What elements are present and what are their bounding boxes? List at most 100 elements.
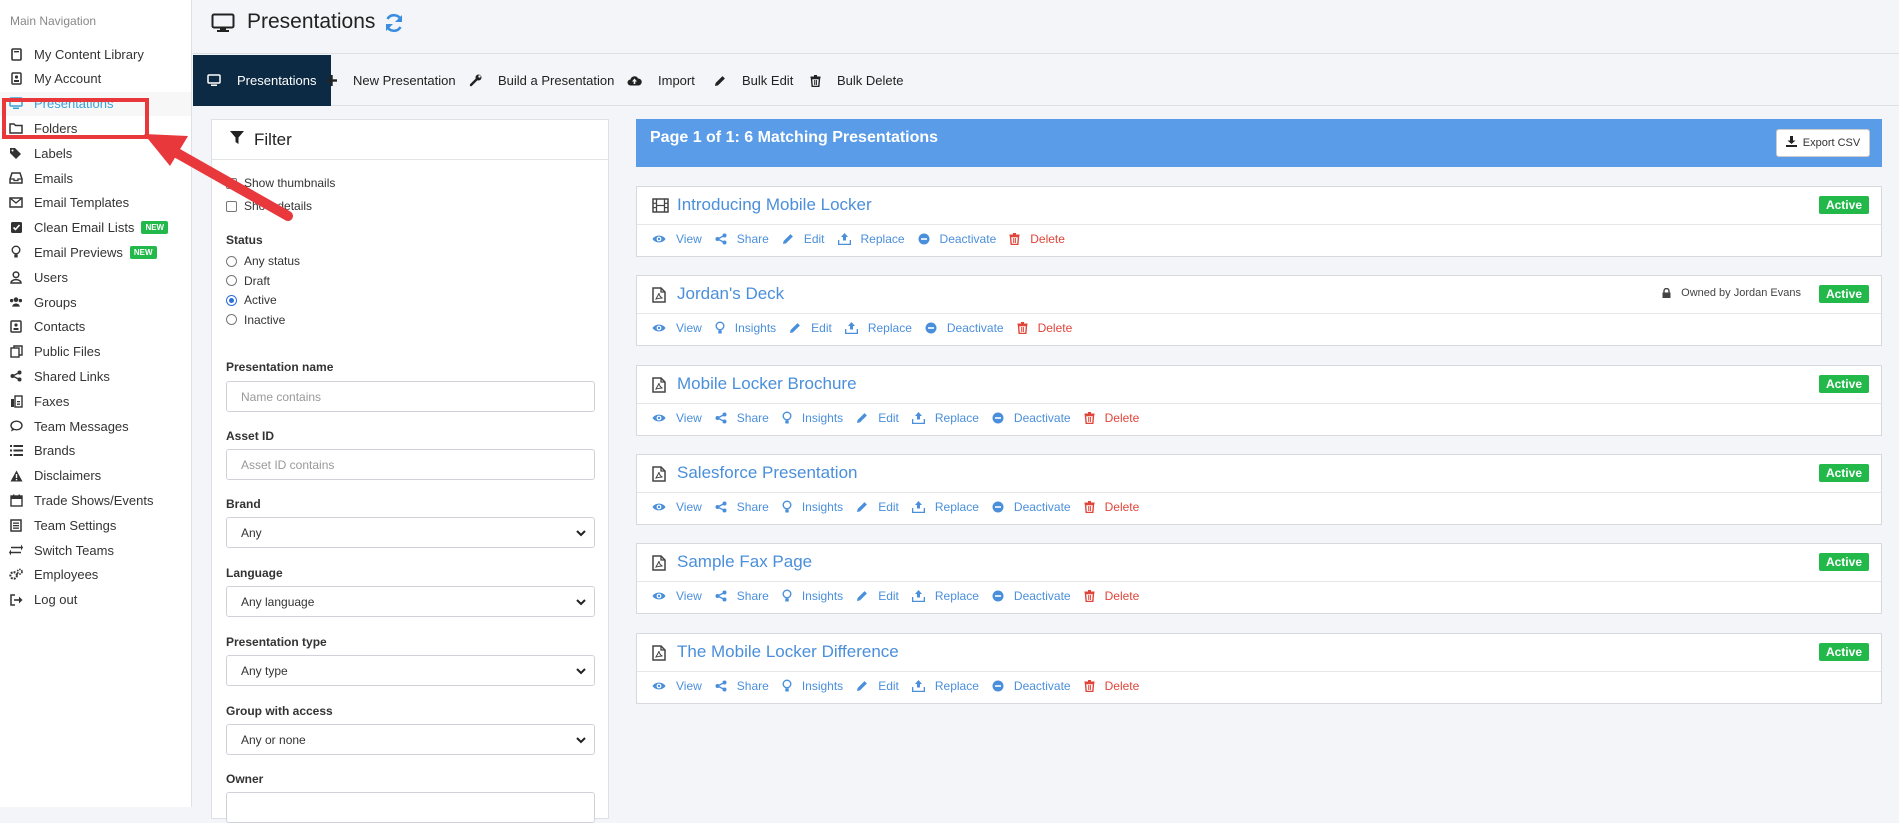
sidebar-item-employees[interactable]: Employees — [0, 563, 191, 587]
share-action-link[interactable]: Share — [715, 232, 769, 246]
language-select[interactable]: Any language — [226, 586, 595, 617]
share-action-link[interactable]: Share — [715, 411, 769, 425]
deactivate-action-link[interactable]: Deactivate — [992, 411, 1071, 425]
trash-icon — [810, 74, 829, 87]
radio-button[interactable] — [226, 255, 237, 267]
deactivate-action-link[interactable]: Deactivate — [918, 232, 996, 246]
presentation-title-link[interactable]: Introducing Mobile Locker — [677, 195, 872, 215]
sidebar-item-disclaimers[interactable]: Disclaimers — [0, 464, 191, 488]
view-action-link[interactable]: View — [652, 679, 702, 693]
toolbar-build-a-presentation-button[interactable]: Build a Presentation — [455, 55, 628, 106]
insights-action-link[interactable]: Insights — [782, 411, 843, 425]
sidebar-item-users[interactable]: Users — [0, 265, 191, 289]
deactivate-action-link[interactable]: Deactivate — [925, 321, 1004, 335]
delete-action-link[interactable]: Delete — [1084, 679, 1139, 693]
asset-id-input[interactable]: Asset ID contains — [226, 449, 595, 480]
lightbulb-icon — [782, 589, 797, 603]
replace-action-link[interactable]: Replace — [911, 589, 979, 603]
edit-action-link[interactable]: Edit — [856, 589, 899, 603]
status-radio-any-status[interactable]: Any status — [226, 254, 300, 268]
sidebar-item-public-files[interactable]: Public Files — [0, 340, 191, 364]
deactivate-action-link[interactable]: Deactivate — [992, 589, 1071, 603]
sidebar-item-log-out[interactable]: Log out — [0, 588, 191, 612]
delete-action-link[interactable]: Delete — [1084, 411, 1139, 425]
edit-action-link[interactable]: Edit — [856, 500, 899, 514]
insights-action-link[interactable]: Insights — [782, 589, 843, 603]
toolbar-presentations-button[interactable]: Presentations — [193, 55, 331, 106]
lightbulb-icon — [782, 500, 797, 514]
action-label: View — [676, 410, 702, 425]
view-action-link[interactable]: View — [652, 411, 702, 425]
toolbar-bulk-delete-button[interactable]: Bulk Delete — [796, 55, 917, 106]
delete-action-link[interactable]: Delete — [1084, 589, 1139, 603]
action-label: Share — [736, 678, 769, 693]
presentation-type-select[interactable]: Any type — [226, 655, 595, 686]
share-action-link[interactable]: Share — [715, 500, 769, 514]
sidebar-item-team-messages[interactable]: Team Messages — [0, 414, 191, 438]
sidebar-item-faxes[interactable]: Faxes — [0, 389, 191, 413]
trash-icon — [1084, 411, 1100, 424]
presentation-title-link[interactable]: Sample Fax Page — [677, 552, 812, 572]
replace-action-link[interactable]: Replace — [911, 411, 979, 425]
replace-action-link[interactable]: Replace — [911, 500, 979, 514]
view-action-link[interactable]: View — [652, 589, 702, 603]
insights-action-link[interactable]: Insights — [715, 321, 776, 335]
deactivate-action-link[interactable]: Deactivate — [992, 679, 1071, 693]
sidebar-item-my-content-library[interactable]: My Content Library — [0, 42, 191, 66]
sidebar-item-label: Switch Teams — [34, 542, 114, 558]
pdf-file-icon — [652, 376, 666, 398]
delete-action-link[interactable]: Delete — [1017, 321, 1072, 335]
edit-action-link[interactable]: Edit — [789, 321, 832, 335]
brand-select[interactable]: Any — [226, 517, 595, 548]
view-action-link[interactable]: View — [652, 500, 702, 514]
action-label: Deactivate — [1013, 678, 1071, 693]
presentation-title-link[interactable]: Jordan's Deck — [677, 284, 784, 304]
presentation-title-link[interactable]: Mobile Locker Brochure — [677, 374, 857, 394]
status-radio-inactive[interactable]: Inactive — [226, 313, 285, 327]
share-action-link[interactable]: Share — [715, 589, 769, 603]
refresh-icon[interactable] — [383, 12, 405, 39]
deactivate-action-link[interactable]: Deactivate — [992, 500, 1071, 514]
share-action-link[interactable]: Share — [715, 679, 769, 693]
edit-action-link[interactable]: Edit — [782, 232, 825, 246]
group-value: Any or none — [241, 732, 306, 747]
sidebar-item-team-settings[interactable]: Team Settings — [0, 513, 191, 537]
sidebar-item-label: Labels — [34, 145, 73, 161]
sidebar-item-groups[interactable]: Groups — [0, 290, 191, 314]
sidebar-item-label: Faxes — [34, 393, 70, 409]
sidebar-item-my-account[interactable]: My Account — [0, 67, 191, 91]
replace-action-link[interactable]: Replace — [911, 679, 979, 693]
radio-button[interactable] — [226, 294, 237, 306]
view-action-link[interactable]: View — [652, 321, 702, 335]
view-action-link[interactable]: View — [652, 232, 702, 246]
sidebar-item-switch-teams[interactable]: Switch Teams — [0, 538, 191, 562]
status-radio-draft[interactable]: Draft — [226, 274, 270, 288]
insights-action-link[interactable]: Insights — [782, 679, 843, 693]
status-radio-active[interactable]: Active — [226, 293, 277, 307]
sidebar-item-contacts[interactable]: Contacts — [0, 315, 191, 339]
export-csv-button[interactable]: Export CSV — [1776, 129, 1870, 157]
sidebar-item-shared-links[interactable]: Shared Links — [0, 364, 191, 388]
eye-icon — [652, 681, 671, 691]
presentation-title-link[interactable]: Salesforce Presentation — [677, 463, 858, 483]
group-access-select[interactable]: Any or none — [226, 724, 595, 755]
owner-select[interactable] — [226, 792, 595, 823]
presentation-title-link[interactable]: The Mobile Locker Difference — [677, 642, 899, 662]
delete-action-link[interactable]: Delete — [1084, 500, 1139, 514]
toolbar-new-presentation-button[interactable]: New Presentation — [312, 55, 470, 106]
toolbar-import-button[interactable]: Import — [613, 55, 709, 106]
sidebar-item-trade-shows-events[interactable]: Trade Shows/Events — [0, 488, 191, 512]
radio-button[interactable] — [226, 275, 237, 286]
toolbar-bulk-edit-button[interactable]: Bulk Edit — [700, 55, 807, 106]
wrench-icon — [469, 74, 490, 87]
replace-action-link[interactable]: Replace — [837, 232, 905, 246]
edit-action-link[interactable]: Edit — [856, 679, 899, 693]
presentation-name-input[interactable]: Name contains — [226, 381, 595, 412]
sidebar-item-brands[interactable]: Brands — [0, 439, 191, 463]
insights-action-link[interactable]: Insights — [782, 500, 843, 514]
delete-action-link[interactable]: Delete — [1009, 232, 1065, 246]
edit-action-link[interactable]: Edit — [856, 411, 899, 425]
replace-action-link[interactable]: Replace — [844, 321, 912, 335]
radio-button[interactable] — [226, 314, 237, 325]
sidebar-item-email-previews[interactable]: Email Previews NEW — [0, 240, 191, 264]
